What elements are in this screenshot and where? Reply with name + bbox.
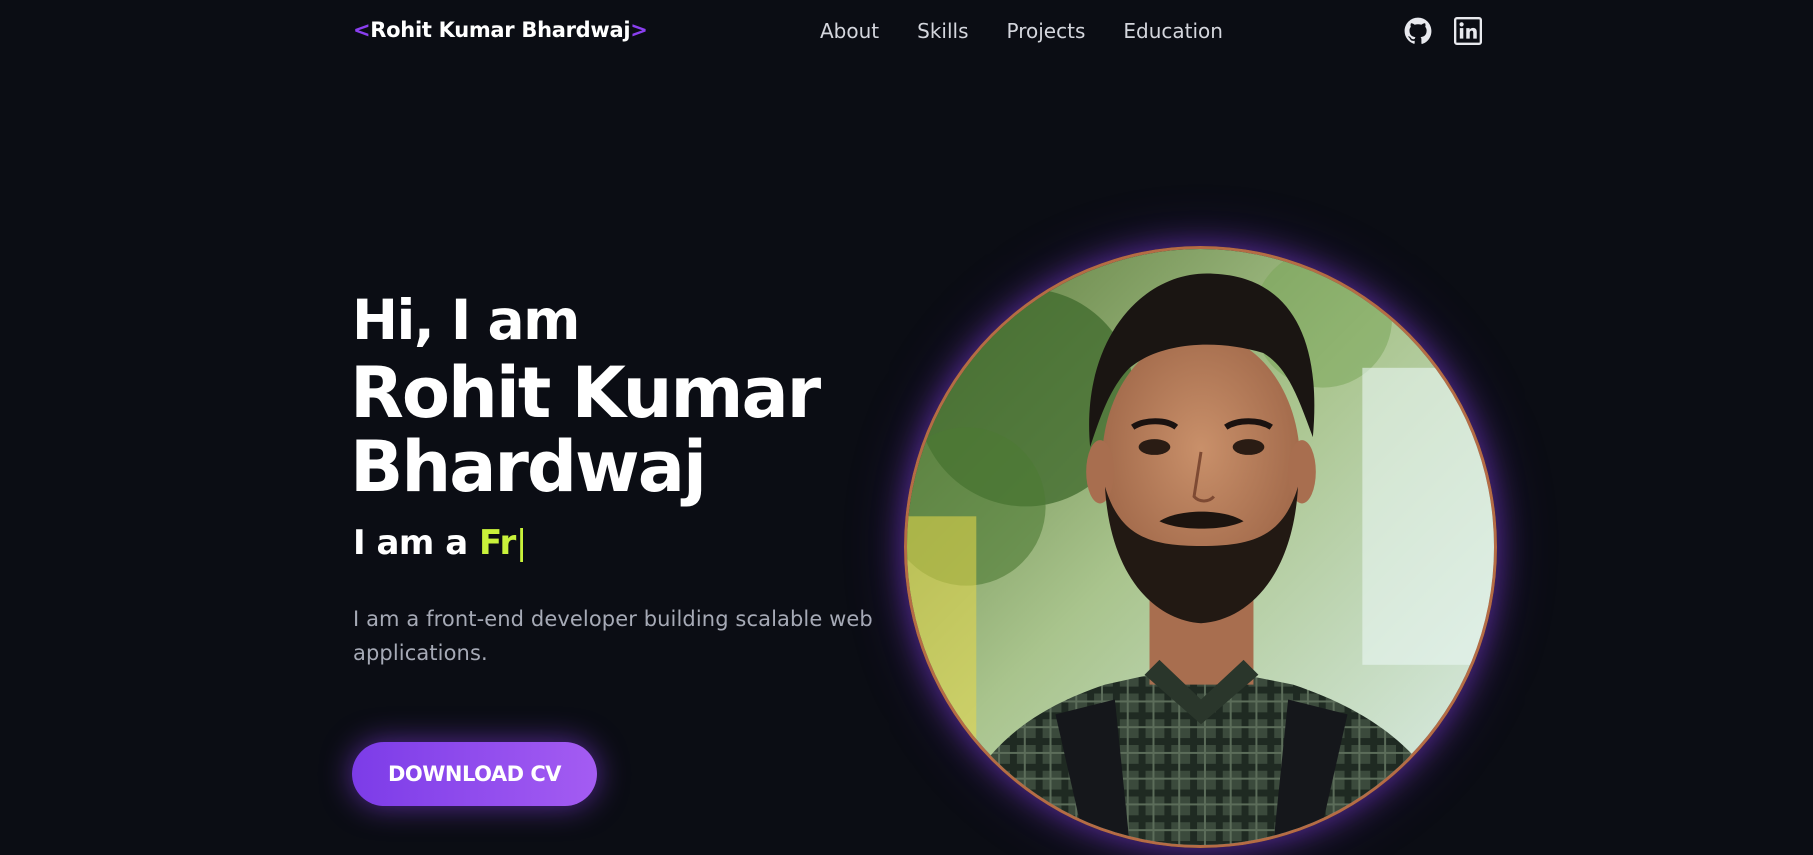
typed-role: Fr <box>478 523 516 563</box>
profile-photo-illustration <box>907 249 1494 845</box>
github-icon <box>1404 17 1432 44</box>
nav-link-about[interactable]: About <box>820 19 879 43</box>
hero-greeting: Hi, I am <box>352 288 580 352</box>
logo-open-bracket: < <box>353 18 371 42</box>
hero-description: I am a front-end developer building scal… <box>353 607 873 665</box>
top-nav: <Rohit Kumar Bhardwaj> About Skills Proj… <box>0 0 1813 64</box>
nav-link-skills[interactable]: Skills <box>917 19 968 43</box>
linkedin-icon <box>1454 17 1482 45</box>
logo-name: Rohit Kumar Bhardwaj <box>370 18 631 42</box>
social-links <box>1404 17 1482 45</box>
logo-close-bracket: > <box>630 18 648 42</box>
github-link[interactable] <box>1404 17 1432 45</box>
hero-name: Rohit Kumar Bhardwaj <box>350 352 821 508</box>
nav-link-education[interactable]: Education <box>1123 19 1223 43</box>
nav-links: About Skills Projects Education <box>820 19 1223 43</box>
download-cv-button[interactable]: DOWNLOAD CV <box>352 742 597 806</box>
nav-link-projects[interactable]: Projects <box>1007 19 1086 43</box>
profile-photo <box>904 246 1497 848</box>
typing-cursor: | <box>515 523 527 563</box>
site-logo[interactable]: <Rohit Kumar Bhardwaj> <box>353 18 648 42</box>
portfolio-page: <Rohit Kumar Bhardwaj> About Skills Proj… <box>0 0 1813 855</box>
typed-prefix: I am a <box>353 523 479 563</box>
linkedin-link[interactable] <box>1454 17 1482 45</box>
typed-role-line: I am a Fr| <box>353 521 527 565</box>
